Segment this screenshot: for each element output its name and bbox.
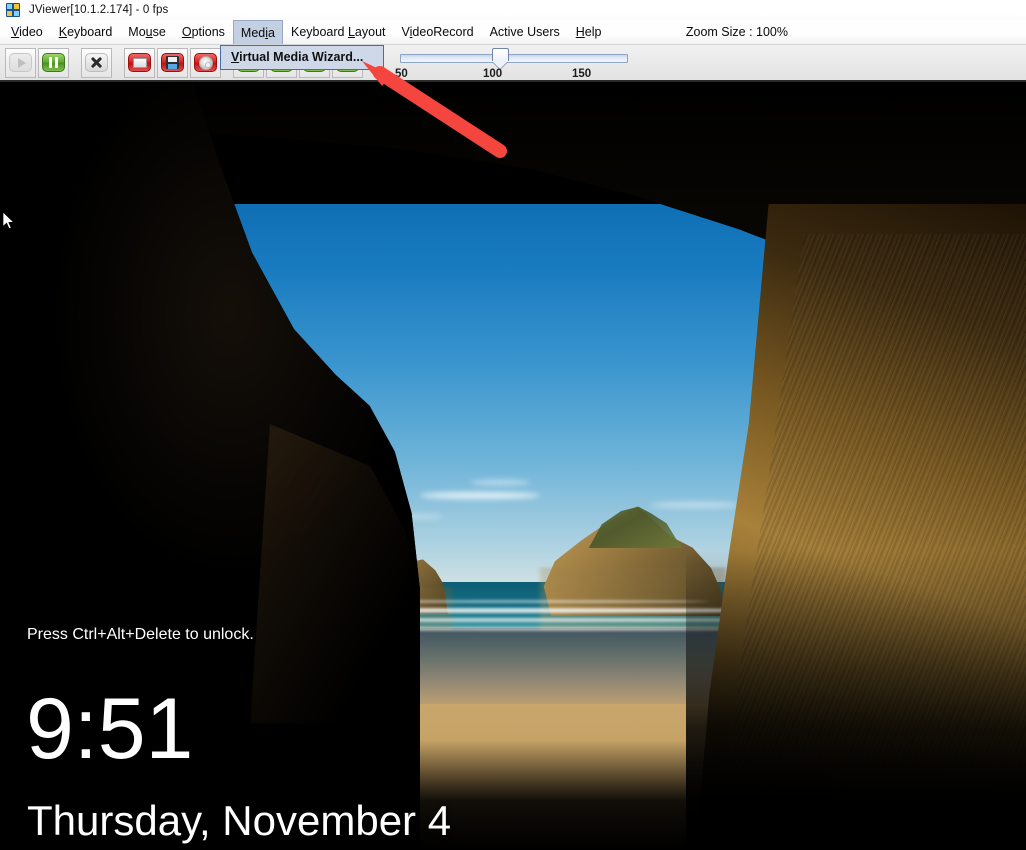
toolbar-group-drives [123, 47, 222, 79]
menu-item-mouse[interactable]: Mouse [120, 20, 174, 44]
floppy-disk-icon [161, 53, 184, 72]
hard-drive-icon [128, 53, 151, 72]
menu-option-virtual-media-wizard[interactable]: Virtual Media Wizard... [221, 47, 383, 68]
toolbar-button-cd-drive[interactable] [190, 47, 221, 78]
toolbar-button-full-screen[interactable] [81, 47, 112, 78]
zoom-slider[interactable]: 50 100 150 [390, 46, 638, 81]
toolbar-button-hard-drive[interactable] [124, 47, 155, 78]
zoom-slider-thumb[interactable] [492, 48, 509, 69]
window-title: JViewer[10.1.2.174] - 0 fps [29, 4, 169, 16]
lock-screen-hint: Press Ctrl+Alt+Delete to unlock. [27, 626, 254, 643]
toolbar-button-pause[interactable] [38, 47, 69, 78]
lock-screen-date: Thursday, November 4 [27, 797, 452, 844]
toolbar-button-play[interactable] [5, 47, 36, 78]
mouse-cursor [3, 212, 15, 230]
zoom-slider-ticks: 50 100 150 [390, 68, 638, 82]
toolbar-group-playback [4, 47, 70, 79]
menu-item-options[interactable]: Options [174, 20, 233, 44]
zoom-tick-min: 50 [395, 68, 408, 80]
menu-bar: Video Keyboard Mouse Options Media Keybo… [0, 20, 1026, 45]
remote-screen[interactable]: Press Ctrl+Alt+Delete to unlock. 9:51 Th… [0, 84, 1026, 850]
zoom-size-label: Zoom Size : 100% [685, 25, 788, 39]
zoom-slider-track[interactable] [400, 54, 628, 63]
jviewer-icon [6, 3, 20, 17]
zoom-tick-max: 150 [572, 68, 592, 80]
play-icon [9, 53, 32, 72]
toolbar-group-view [80, 47, 113, 79]
pause-icon [42, 53, 65, 72]
menu-item-media[interactable]: Media [232, 20, 283, 44]
zoom-tick-mid: 100 [483, 68, 503, 80]
menu-item-active-users[interactable]: Active Users [482, 20, 568, 44]
fullscreen-icon [85, 53, 108, 72]
jviewer-window: JViewer[10.1.2.174] - 0 fps Video Keyboa… [0, 0, 1026, 850]
menu-item-help[interactable]: Help [568, 20, 610, 44]
menu-item-videorecord[interactable]: VideoRecord [394, 20, 482, 44]
menu-item-keyboard[interactable]: Keyboard [51, 20, 121, 44]
media-menu-dropdown: Virtual Media Wizard... [220, 45, 384, 70]
lock-screen-time: 9:51 [26, 681, 194, 777]
title-bar: JViewer[10.1.2.174] - 0 fps [0, 0, 1026, 20]
menu-item-video[interactable]: Video [3, 20, 51, 44]
menu-item-keyboard-layout[interactable]: Keyboard Layout [283, 20, 394, 44]
cd-disc-icon [194, 53, 217, 72]
toolbar-button-floppy-drive[interactable] [157, 47, 188, 78]
